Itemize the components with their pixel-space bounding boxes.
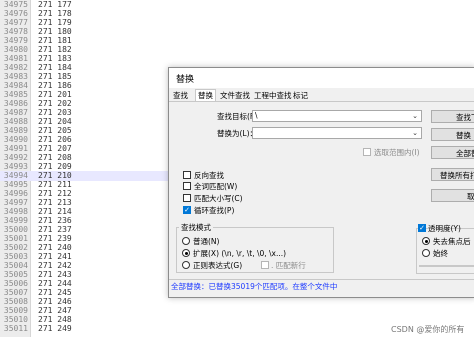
replace-all-open-files-button[interactable]: 替换所有打开的文件 bbox=[431, 168, 474, 181]
find-input[interactable]: \ ⌄ bbox=[252, 110, 422, 122]
backward-checkbox[interactable] bbox=[183, 171, 191, 179]
mode-regex-label: 正则表达式(G) bbox=[193, 261, 243, 270]
mode-normal-radio[interactable] bbox=[182, 237, 190, 245]
mode-extended-radio[interactable] bbox=[182, 249, 190, 257]
replace-button[interactable]: 替换 bbox=[431, 128, 474, 141]
chevron-down-icon[interactable]: ⌄ bbox=[412, 112, 418, 121]
find-value: \ bbox=[255, 111, 258, 120]
transparency-label: 透明度(Y) bbox=[428, 224, 461, 233]
chevron-down-icon[interactable]: ⌄ bbox=[412, 129, 418, 138]
match-case-label: 匹配大小写(C) bbox=[194, 194, 243, 203]
mode-extended-label: 扩展(X) (\n, \r, \t, \0, \x...) bbox=[193, 249, 287, 258]
dialog-tabs: 查找 替换 文件查找 工程中查找 标记 bbox=[169, 89, 474, 102]
line-number: 35011 bbox=[3, 324, 28, 333]
transparency-slider[interactable] bbox=[419, 265, 474, 267]
match-case-checkbox[interactable] bbox=[183, 194, 191, 202]
tab-replace[interactable]: 替换 bbox=[195, 89, 216, 101]
in-selection-label: 选取范围内(I) bbox=[374, 148, 420, 157]
find-next-button[interactable]: 查找下一个 bbox=[431, 110, 474, 123]
line-text: 271 249 bbox=[38, 324, 72, 333]
wrap-label: 循环查找(P) bbox=[194, 206, 235, 215]
tab-mark[interactable]: 标记 bbox=[293, 90, 308, 101]
on-lose-focus-radio[interactable] bbox=[422, 237, 430, 245]
on-lose-focus-label: 失去焦点后 bbox=[433, 237, 471, 246]
status-bar: 全部替换：已替换35019个匹配项。在整个文件中 bbox=[169, 279, 474, 292]
mode-normal-label: 普通(N) bbox=[193, 237, 220, 246]
replace-input[interactable]: ⌄ bbox=[252, 127, 422, 139]
wrap-checkbox[interactable]: ✓ bbox=[183, 206, 191, 214]
tab-find[interactable]: 查找 bbox=[173, 90, 188, 101]
whole-word-label: 全词匹配(W) bbox=[194, 182, 238, 191]
tab-find-in-files[interactable]: 文件查找 bbox=[220, 90, 250, 101]
always-radio[interactable] bbox=[422, 249, 430, 257]
tab-find-in-project[interactable]: 工程中查找 bbox=[254, 90, 292, 101]
in-selection-checkbox[interactable] bbox=[363, 148, 371, 156]
dot-newline-label: . 匹配新行 bbox=[271, 261, 306, 270]
watermark-text: CSDN @爱你的所有 bbox=[391, 325, 465, 334]
search-mode-title: 查找模式 bbox=[179, 222, 213, 233]
replace-dialog: 替换 查找 替换 文件查找 工程中查找 标记 查找目标(F)： \ ⌄ 替换为(… bbox=[168, 67, 474, 298]
always-label: 始终 bbox=[433, 249, 448, 258]
replace-all-button[interactable]: 全部替换 bbox=[431, 146, 474, 159]
dialog-titlebar[interactable]: 替换 bbox=[169, 68, 474, 88]
close-button[interactable]: 取消 bbox=[431, 189, 474, 202]
transparency-checkbox[interactable]: ✓ bbox=[418, 224, 426, 232]
mode-regex-radio[interactable] bbox=[182, 261, 190, 269]
backward-label: 反向查找 bbox=[194, 171, 224, 180]
whole-word-checkbox[interactable] bbox=[183, 182, 191, 190]
dot-newline-checkbox[interactable] bbox=[261, 261, 269, 269]
status-text: 全部替换：已替换35019个匹配项。在整个文件中 bbox=[171, 282, 338, 291]
dialog-title: 替换 bbox=[176, 75, 195, 85]
